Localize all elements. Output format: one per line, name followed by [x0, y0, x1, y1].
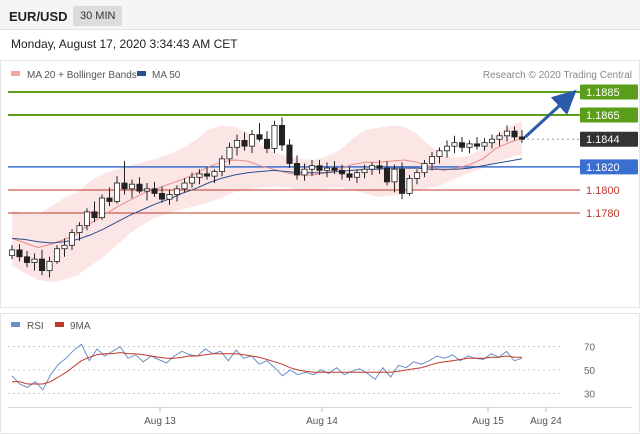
candle-down — [23, 256, 31, 263]
candle-up — [301, 168, 308, 176]
rsi-tick-label: 70 — [584, 343, 596, 354]
candle-up — [173, 188, 181, 195]
level-label-1.1844: 1.1844 — [586, 134, 620, 146]
candle-down — [136, 183, 143, 192]
candle-up — [308, 165, 316, 170]
candle-up — [391, 168, 398, 183]
rsi-legend-label: RSI — [27, 321, 44, 332]
candle-up — [31, 258, 38, 263]
candle-up — [271, 125, 278, 149]
candle-down — [203, 173, 211, 177]
candle-up — [503, 130, 511, 137]
rsi-tick-label: 50 — [584, 366, 596, 377]
ma9-legend-swatch — [55, 322, 64, 327]
candle-up — [113, 182, 121, 202]
candle-up — [451, 142, 458, 147]
candle-down — [91, 211, 98, 219]
x-tick-label: Aug 24 — [530, 416, 562, 427]
bollinger-legend-swatch — [11, 71, 20, 76]
candle-up — [98, 197, 106, 219]
candle-down — [256, 134, 263, 140]
candle-down — [518, 136, 526, 140]
candle-down — [338, 169, 346, 175]
research-credit: Research © 2020 Trading Central — [483, 70, 632, 81]
level-label-1.1820: 1.1820 — [586, 162, 620, 174]
candle-up — [361, 168, 368, 174]
level-label-1.1780: 1.1780 — [586, 208, 620, 220]
candle-up — [83, 211, 91, 227]
candle-up — [233, 139, 241, 148]
candle-down — [458, 142, 466, 148]
candle-up — [211, 171, 218, 177]
rsi-legend-swatch — [11, 322, 20, 327]
candle-down — [158, 193, 166, 200]
candle-down — [121, 182, 128, 190]
rsi-tick-label: 30 — [584, 389, 596, 400]
candle-up — [218, 158, 226, 172]
candle-up — [128, 183, 136, 190]
candle-up — [496, 135, 503, 140]
candle-up — [436, 150, 443, 157]
candle-up — [61, 244, 68, 250]
candle-up — [188, 176, 196, 184]
candle-down — [16, 249, 23, 258]
candle-up — [196, 173, 203, 178]
candle-down — [286, 144, 293, 164]
candle-up — [413, 172, 421, 179]
candle-down — [316, 165, 323, 171]
candle-up — [368, 165, 376, 170]
candle-down — [106, 197, 113, 202]
level-label-1.1885: 1.1885 — [586, 87, 620, 99]
candle-down — [38, 258, 46, 272]
bollinger-legend-label: MA 20 + Bollinger Bands — [27, 70, 137, 81]
candle-up — [166, 194, 173, 200]
candle-up — [488, 138, 496, 144]
candle-down — [511, 130, 518, 138]
candle-down — [346, 173, 353, 178]
candle-up — [406, 178, 413, 194]
candle-up — [466, 143, 473, 148]
candle-up — [481, 142, 488, 147]
candle-up — [353, 172, 361, 178]
candle-up — [248, 134, 256, 147]
candle-up — [53, 248, 61, 262]
candle-down — [151, 188, 158, 194]
x-tick-label: Aug 13 — [144, 416, 176, 427]
candle-down — [263, 138, 271, 149]
candle-up — [68, 232, 76, 246]
candle-up — [226, 146, 233, 160]
candle-down — [376, 165, 383, 169]
ma50-legend-swatch — [137, 71, 146, 76]
ma50-legend-label: MA 50 — [152, 70, 181, 81]
candle-down — [473, 143, 481, 147]
chart-canvas: MA 20 + Bollinger Bands MA 50 Research ©… — [0, 60, 640, 434]
candle-up — [428, 156, 436, 164]
candle-up — [421, 163, 428, 174]
ma9-legend-label: 9MA — [70, 321, 91, 332]
x-tick-label: Aug 15 — [472, 416, 504, 427]
candle-up — [143, 188, 151, 192]
candle-down — [331, 167, 338, 171]
candle-down — [241, 139, 248, 147]
candle-up — [181, 182, 188, 190]
candle-down — [278, 125, 286, 146]
candle-down — [383, 167, 391, 183]
candle-up — [8, 249, 16, 257]
candle-up — [76, 225, 83, 233]
candle-up — [323, 167, 331, 171]
level-label-1.1865: 1.1865 — [586, 110, 620, 122]
candle-up — [443, 145, 451, 152]
candle-down — [293, 163, 301, 176]
level-label-1.1800: 1.1800 — [586, 185, 620, 197]
candle-down — [398, 168, 406, 194]
x-tick-label: Aug 14 — [306, 416, 338, 427]
candle-up — [46, 260, 53, 272]
